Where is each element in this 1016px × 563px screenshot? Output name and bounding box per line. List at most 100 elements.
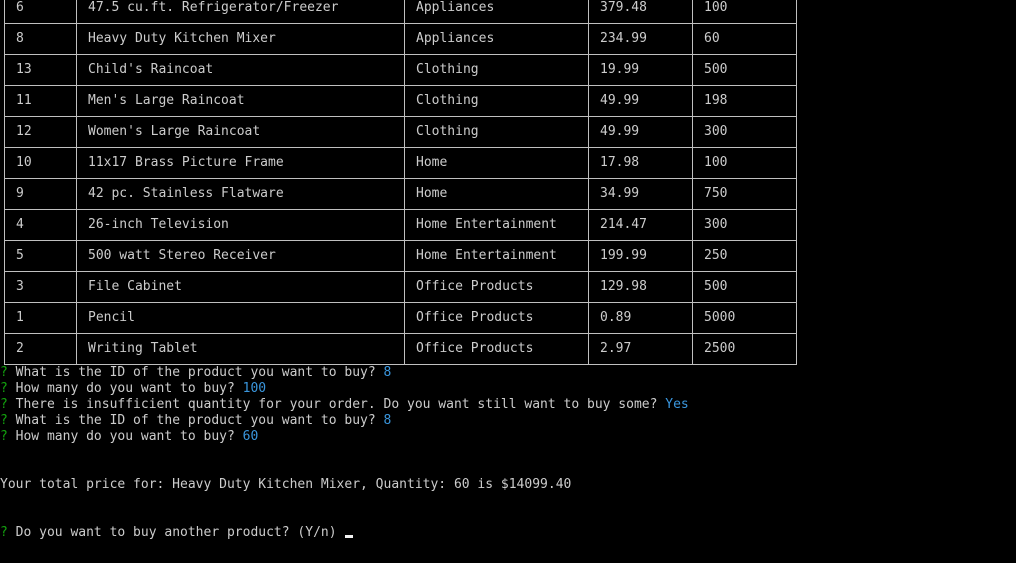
cell-id: 13 xyxy=(4,54,77,86)
cell-product-name: Men's Large Raincoat xyxy=(76,85,405,117)
cell-department: Home xyxy=(404,147,589,179)
prompt-answer: 100 xyxy=(242,381,267,396)
cell-product-name: 47.5 cu.ft. Refrigerator/Freezer xyxy=(76,0,405,24)
cell-quantity: 300 xyxy=(692,209,797,241)
prompt-mark: ? xyxy=(0,397,8,412)
table-row: 6 47.5 cu.ft. Refrigerator/Freezer Applian… xyxy=(4,0,797,24)
cell-product-name: Pencil xyxy=(76,302,405,334)
cell-price: 129.98 xyxy=(588,271,693,303)
cell-department: Home xyxy=(404,178,589,210)
cell-id: 5 xyxy=(4,240,77,272)
prompt-line: ? What is the ID of the product you want… xyxy=(0,365,1016,381)
cell-quantity: 100 xyxy=(692,147,797,179)
cell-id: 1 xyxy=(4,302,77,334)
cell-quantity: 198 xyxy=(692,85,797,117)
prompt-question: There is insufficient quantity for your … xyxy=(15,397,658,412)
cell-quantity: 250 xyxy=(692,240,797,272)
prompt-line: ? What is the ID of the product you want… xyxy=(0,413,1016,429)
cell-department: Appliances xyxy=(404,23,589,55)
cell-price: 17.98 xyxy=(588,147,693,179)
table-row: 2 Writing Tablet Office Products 2.97 2500 xyxy=(4,333,797,365)
cell-department: Office Products xyxy=(404,333,589,365)
cell-department: Office Products xyxy=(404,271,589,303)
cell-department: Home Entertainment xyxy=(404,240,589,272)
cell-price: 234.99 xyxy=(588,23,693,55)
table-row: 12 Women's Large Raincoat Clothing 49.99 300 xyxy=(4,116,797,148)
product-table: 6 47.5 cu.ft. Refrigerator/Freezer Applian… xyxy=(4,0,797,365)
prompt-mark: ? xyxy=(0,525,8,540)
cell-id: 11 xyxy=(4,85,77,117)
cell-product-name: 26-inch Television xyxy=(76,209,405,241)
cell-product-name: Writing Tablet xyxy=(76,333,405,365)
cell-department: Appliances xyxy=(404,0,589,24)
prompt-mark: ? xyxy=(0,413,8,428)
cell-product-name: 42 pc. Stainless Flatware xyxy=(76,178,405,210)
cell-department: Clothing xyxy=(404,54,589,86)
cell-id: 8 xyxy=(4,23,77,55)
cell-quantity: 500 xyxy=(692,54,797,86)
prompt-answer: 8 xyxy=(383,413,392,428)
order-summary: Your total price for: Heavy Duty Kitchen… xyxy=(0,477,572,492)
table-row: 4 26-inch Television Home Entertainment 214… xyxy=(4,209,797,241)
cell-quantity: 300 xyxy=(692,116,797,148)
terminal-window[interactable]: 6 47.5 cu.ft. Refrigerator/Freezer Applian… xyxy=(0,0,1016,541)
prompt-answer: 60 xyxy=(242,429,259,444)
terminal-cursor[interactable] xyxy=(345,535,354,538)
table-row: 13 Child's Raincoat Clothing 19.99 500 xyxy=(4,54,797,86)
table-row: 3 File Cabinet Office Products 129.98 500 xyxy=(4,271,797,303)
cell-product-name: 11x17 Brass Picture Frame xyxy=(76,147,405,179)
table-row: 5 500 watt Stereo Receiver Home Entertainm… xyxy=(4,240,797,272)
table-row: 10 11x17 Brass Picture Frame Home 17.98 100 xyxy=(4,147,797,179)
cell-price: 49.99 xyxy=(588,85,693,117)
prompt-answer: 8 xyxy=(383,365,392,380)
product-table-body: 6 47.5 cu.ft. Refrigerator/Freezer Applian… xyxy=(4,0,797,365)
prompt-answer: Yes xyxy=(665,397,689,412)
prompt-question: How many do you want to buy? xyxy=(15,429,235,444)
prompt-mark: ? xyxy=(0,429,8,444)
cell-id: 3 xyxy=(4,271,77,303)
prompt-line: ? How many do you want to buy? 60 xyxy=(0,429,1016,445)
cell-id: 9 xyxy=(4,178,77,210)
table-row: 11 Men's Large Raincoat Clothing 49.99 198 xyxy=(4,85,797,117)
prompt-hint: (Y/n) xyxy=(297,525,337,540)
prompt-question: Do you want to buy another product? xyxy=(15,525,290,540)
table-row: 8 Heavy Duty Kitchen Mixer Appliances 234.9… xyxy=(4,23,797,55)
cell-department: Home Entertainment xyxy=(404,209,589,241)
cell-price: 34.99 xyxy=(588,178,693,210)
cell-price: 379.48 xyxy=(588,0,693,24)
cell-quantity: 100 xyxy=(692,0,797,24)
prompt-mark: ? xyxy=(0,365,8,380)
cell-price: 19.99 xyxy=(588,54,693,86)
final-prompt-line[interactable]: ? Do you want to buy another product? (Y… xyxy=(0,525,1016,541)
cell-price: 49.99 xyxy=(588,116,693,148)
cell-price: 0.89 xyxy=(588,302,693,334)
prompt-line: ? How many do you want to buy? 100 xyxy=(0,381,1016,397)
prompt-question: How many do you want to buy? xyxy=(15,381,235,396)
cell-product-name: 500 watt Stereo Receiver xyxy=(76,240,405,272)
prompt-line: ? There is insufficient quantity for you… xyxy=(0,397,1016,413)
prompt-question: What is the ID of the product you want t… xyxy=(15,413,376,428)
cell-quantity: 2500 xyxy=(692,333,797,365)
table-row: 1 Pencil Office Products 0.89 5000 xyxy=(4,302,797,334)
cell-department: Office Products xyxy=(404,302,589,334)
cell-quantity: 5000 xyxy=(692,302,797,334)
cell-quantity: 750 xyxy=(692,178,797,210)
cell-department: Clothing xyxy=(404,116,589,148)
cell-product-name: Child's Raincoat xyxy=(76,54,405,86)
cell-id: 6 xyxy=(4,0,77,24)
cell-price: 199.99 xyxy=(588,240,693,272)
table-row: 9 42 pc. Stainless Flatware Home 34.99 750 xyxy=(4,178,797,210)
cell-product-name: File Cabinet xyxy=(76,271,405,303)
cell-quantity: 60 xyxy=(692,23,797,55)
cell-price: 2.97 xyxy=(588,333,693,365)
cell-product-name: Women's Large Raincoat xyxy=(76,116,405,148)
cell-id: 12 xyxy=(4,116,77,148)
cell-id: 4 xyxy=(4,209,77,241)
cell-id: 10 xyxy=(4,147,77,179)
cell-department: Clothing xyxy=(404,85,589,117)
cell-price: 214.47 xyxy=(588,209,693,241)
